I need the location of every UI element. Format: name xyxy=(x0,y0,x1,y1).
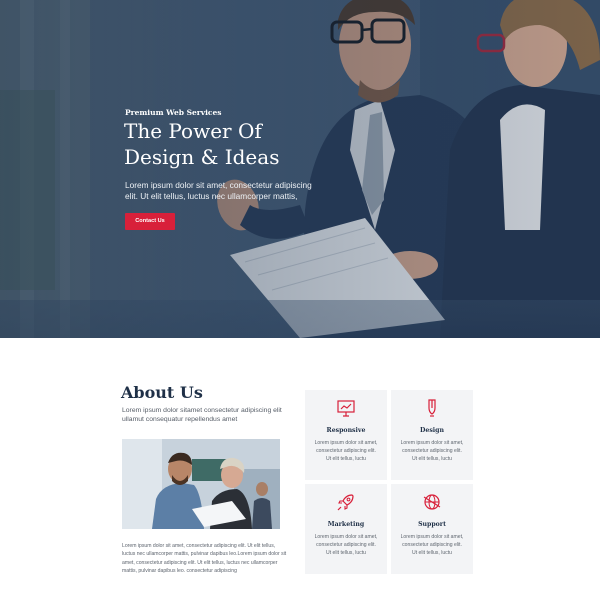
globe-support-icon xyxy=(423,494,441,510)
about-photo-image xyxy=(122,439,280,529)
about-title: About Us xyxy=(121,383,203,402)
about-team-photo xyxy=(122,439,280,529)
service-text: Lorem ipsum dolor sit amet, consectetur … xyxy=(314,440,378,463)
service-text: Lorem ipsum dolor sit amet, consectetur … xyxy=(400,440,464,463)
service-card-design[interactable]: Design Lorem ipsum dolor sit amet, conse… xyxy=(391,390,473,480)
hero-title-line2: Design & Ideas xyxy=(124,145,280,169)
service-title: Marketing xyxy=(327,521,365,528)
hero-title: The Power Of Design & Ideas xyxy=(124,118,324,170)
contact-us-button[interactable]: Contact Us xyxy=(125,213,175,230)
service-card-marketing[interactable]: Marketing Lorem ipsum dolor sit amet, co… xyxy=(305,484,387,574)
hero-section: Premium Web Services The Power Of Design… xyxy=(0,0,600,338)
about-lead: Lorem ipsum dolor sitamet consectetur ad… xyxy=(122,407,282,423)
service-text: Lorem ipsum dolor sit amet, consectetur … xyxy=(400,534,464,557)
service-card-responsive[interactable]: Responsive Lorem ipsum dolor sit amet, c… xyxy=(305,390,387,480)
hero-description: Lorem ipsum dolor sit amet, consectetur … xyxy=(125,180,312,201)
service-text: Lorem ipsum dolor sit amet, consectetur … xyxy=(314,534,378,557)
hero-title-line1: The Power Of xyxy=(124,119,262,143)
about-body-text: Lorem ipsum dolor sit amet, consectetur … xyxy=(122,543,287,575)
service-title: Responsive xyxy=(326,427,366,434)
service-title: Support xyxy=(418,521,446,528)
service-card-support[interactable]: Support Lorem ipsum dolor sit amet, cons… xyxy=(391,484,473,574)
presentation-chart-icon xyxy=(337,400,355,417)
rocket-icon xyxy=(337,494,354,511)
pen-tool-icon xyxy=(428,399,436,417)
hero-eyebrow: Premium Web Services xyxy=(125,108,222,117)
service-title: Design xyxy=(420,427,444,434)
